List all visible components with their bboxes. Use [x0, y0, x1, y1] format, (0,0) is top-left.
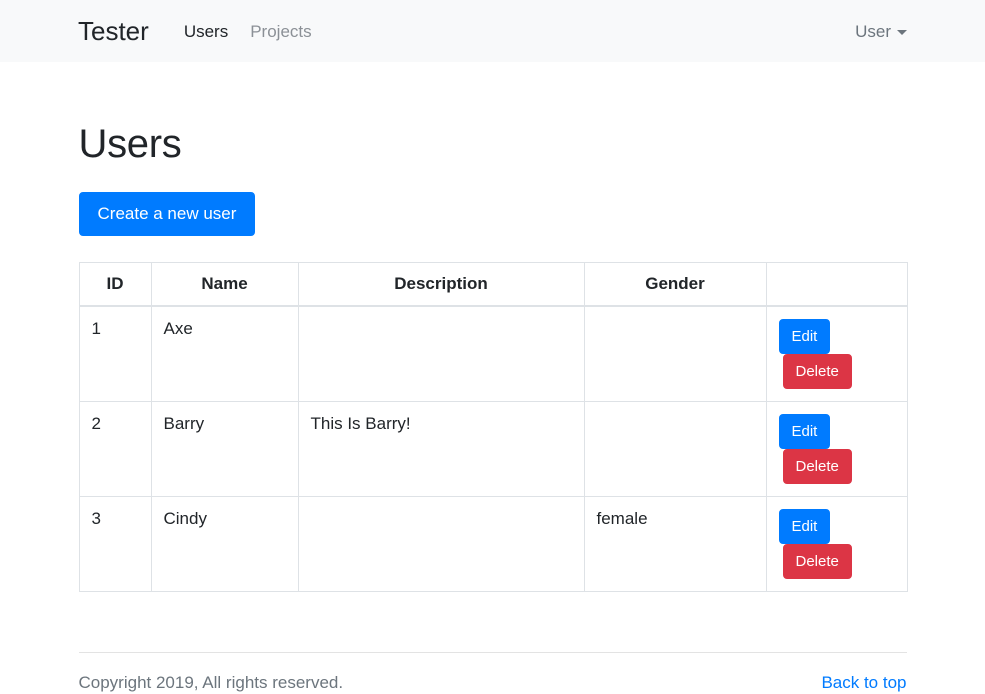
footer-row: Copyright 2019, All rights reserved. Bac… — [79, 653, 907, 693]
navbar-brand[interactable]: Tester — [78, 18, 149, 44]
main-navbar: Tester Users Projects User — [0, 0, 985, 62]
edit-button[interactable]: Edit — [778, 414, 831, 450]
column-header-id: ID — [78, 262, 152, 308]
table-row: 3 Cindy female EditDelete — [78, 496, 908, 593]
edit-button[interactable]: Edit — [778, 319, 831, 355]
cell-gender — [583, 401, 767, 498]
delete-button[interactable]: Delete — [782, 449, 852, 485]
users-table-body: 1 Axe EditDelete 2 Barry This Is Barry! … — [78, 305, 908, 593]
delete-button[interactable]: Delete — [782, 354, 852, 390]
cell-actions: EditDelete — [765, 401, 908, 498]
cell-description: This Is Barry! — [297, 401, 585, 498]
users-table: ID Name Description Gender 1 Axe EditDel… — [78, 262, 908, 593]
page-footer: Copyright 2019, All rights reserved. Bac… — [78, 592, 907, 693]
page-title: Users — [78, 122, 182, 166]
column-header-description: Description — [297, 262, 585, 308]
cell-gender: female — [583, 496, 767, 593]
cell-name: Barry — [150, 401, 299, 498]
navbar-links: Users Projects — [173, 23, 323, 40]
cell-gender — [583, 305, 767, 403]
users-table-head: ID Name Description Gender — [78, 262, 908, 308]
create-new-user-button[interactable]: Create a new user — [78, 192, 256, 237]
table-row: 2 Barry This Is Barry! EditDelete — [78, 401, 908, 498]
table-header-row: ID Name Description Gender — [78, 262, 908, 308]
cell-description — [297, 496, 585, 593]
nav-link-users[interactable]: Users — [173, 23, 239, 40]
user-dropdown-label: User — [855, 21, 891, 41]
cell-id: 3 — [78, 496, 152, 593]
navbar-right: User — [855, 23, 907, 40]
cell-name: Axe — [150, 305, 299, 403]
cell-actions: EditDelete — [765, 496, 908, 593]
nav-link-projects[interactable]: Projects — [239, 23, 322, 40]
column-header-actions — [765, 262, 908, 308]
table-row: 1 Axe EditDelete — [78, 305, 908, 403]
edit-button[interactable]: Edit — [778, 509, 831, 545]
main-content: Users Create a new user ID Name Descript… — [78, 62, 908, 593]
cell-id: 2 — [78, 401, 152, 498]
column-header-gender: Gender — [583, 262, 767, 308]
delete-button[interactable]: Delete — [782, 544, 852, 580]
cell-actions: EditDelete — [765, 305, 908, 403]
cell-description — [297, 305, 585, 403]
column-header-name: Name — [150, 262, 299, 308]
user-dropdown-toggle[interactable]: User — [855, 23, 907, 40]
cell-name: Cindy — [150, 496, 299, 593]
cell-id: 1 — [78, 305, 152, 403]
caret-down-icon — [897, 30, 907, 35]
back-to-top-link[interactable]: Back to top — [821, 673, 906, 693]
copyright-text: Copyright 2019, All rights reserved. — [78, 673, 344, 693]
